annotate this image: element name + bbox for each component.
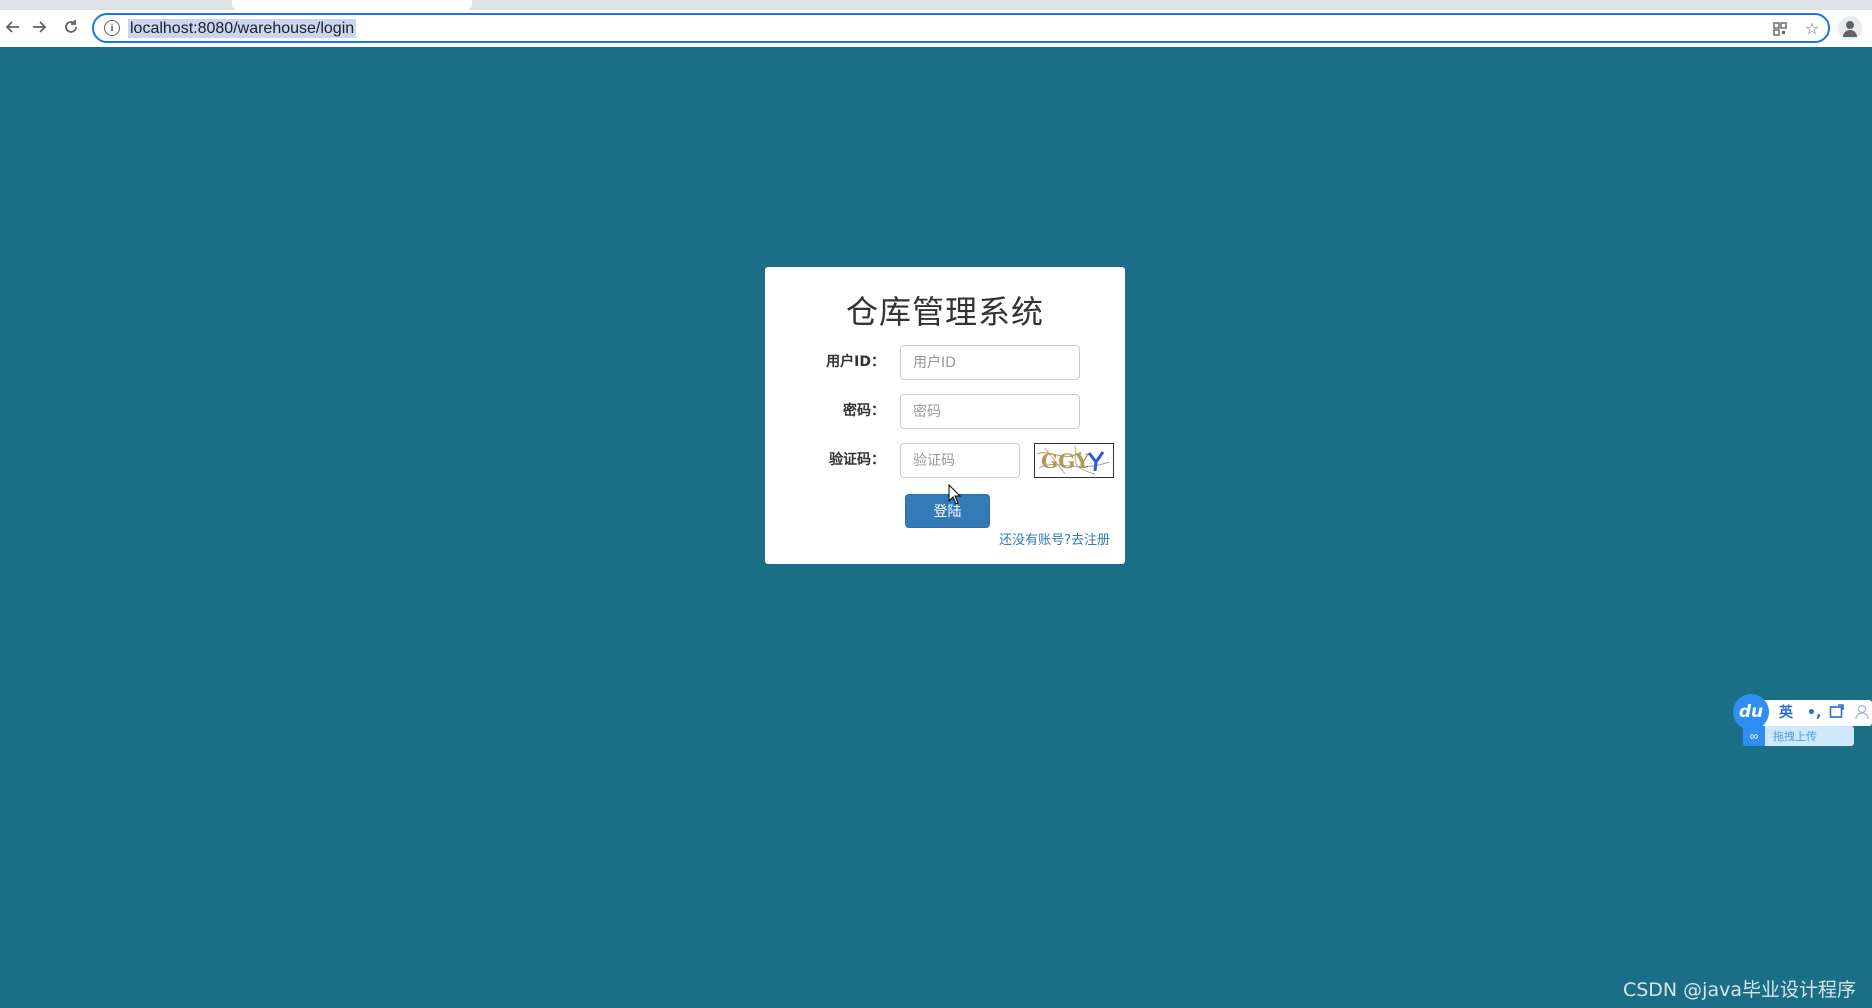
user-id-input[interactable] (900, 345, 1080, 380)
ime-bar: 英 •, (1763, 700, 1872, 726)
captcha-image[interactable]: GGY (1034, 443, 1114, 478)
user-id-label: 用户ID： (826, 354, 885, 370)
ime-mode-toggle[interactable]: 英 (1779, 704, 1793, 722)
ime-upload-label: 拖拽上传 (1773, 730, 1817, 743)
site-info-icon[interactable]: i (104, 20, 120, 36)
ime-punct-toggle[interactable]: •, (1807, 704, 1821, 722)
captcha-input[interactable] (900, 443, 1020, 478)
back-arrow-icon[interactable] (0, 13, 26, 41)
watermark-text: CSDN @java毕业设计程序 (1622, 979, 1856, 1001)
ime-user-icon[interactable] (1855, 704, 1869, 722)
active-tab[interactable] (232, 0, 472, 10)
password-label: 密码： (843, 403, 885, 419)
address-bar[interactable]: i localhost:8080/warehouse/login ☆ (92, 13, 1830, 43)
captcha-text: GGY (1041, 449, 1090, 473)
ime-upload-bar[interactable]: ∞ 拖拽上传 (1743, 726, 1854, 746)
password-input[interactable] (900, 394, 1080, 429)
tab-strip (0, 0, 1872, 10)
ime-keyboard-icon[interactable] (1829, 704, 1845, 722)
mouse-cursor-icon (948, 483, 962, 506)
browser-chrome: i localhost:8080/warehouse/login ☆ (0, 0, 1872, 47)
bookmark-star-icon[interactable]: ☆ (1802, 19, 1822, 39)
ime-toolbar[interactable]: 英 •, ∞ 拖拽上传 du (1733, 694, 1872, 746)
forward-arrow-icon[interactable] (26, 13, 52, 41)
reload-icon[interactable] (58, 13, 84, 41)
qr-code-icon[interactable] (1770, 19, 1790, 39)
profile-avatar-icon[interactable] (1838, 16, 1862, 40)
login-panel: 仓库管理系统 用户ID： 密码： 验证码： GGY 登陆 还没有账号?去注册 (765, 267, 1125, 564)
url-text[interactable]: localhost:8080/warehouse/login (128, 19, 357, 38)
register-link[interactable]: 还没有账号?去注册 (999, 529, 1110, 548)
captcha-label: 验证码： (829, 452, 885, 468)
baidu-ime-logo-icon[interactable]: du (1733, 694, 1769, 730)
page-title: 仓库管理系统 (845, 293, 1044, 331)
